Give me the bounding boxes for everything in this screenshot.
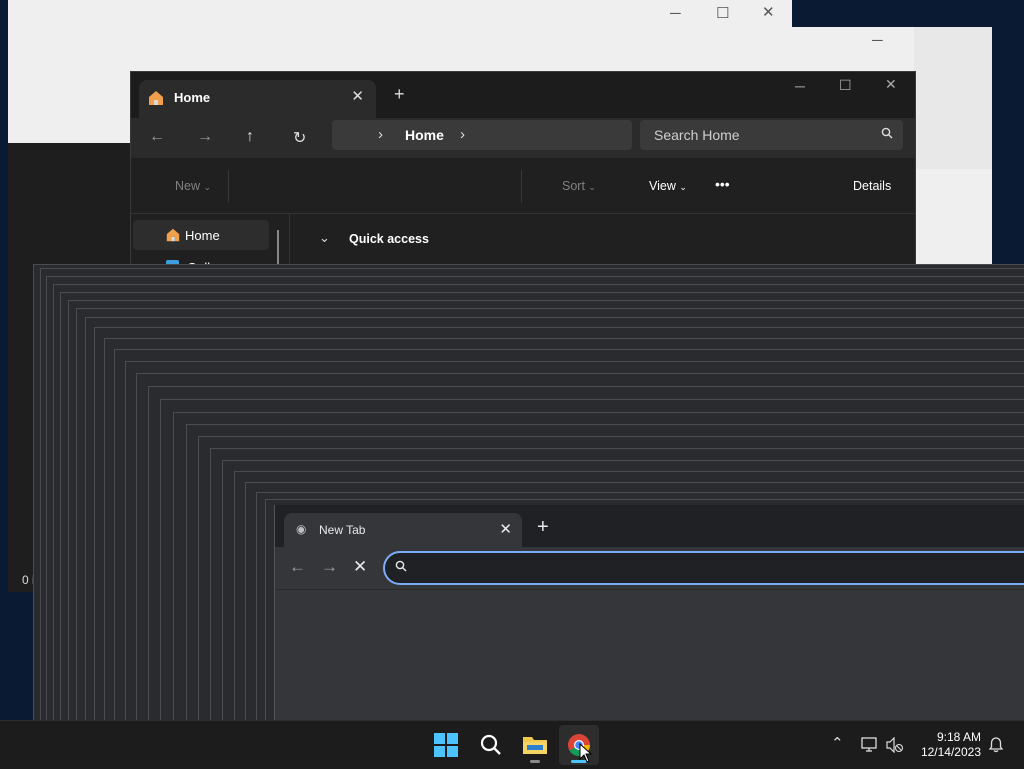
file-explorer-window: Home ✕ + ─ ☐ ✕ ← → ↑ ↻ › Home › Search H… — [130, 71, 916, 273]
search-button[interactable] — [471, 725, 511, 765]
divider — [521, 170, 522, 202]
search-icon — [480, 734, 501, 755]
tab-title: New Tab — [319, 523, 366, 537]
close-tab-icon[interactable]: ✕ — [499, 520, 512, 538]
close-icon[interactable]: ✕ — [762, 3, 775, 21]
chevron-down-icon[interactable]: ⌄ — [319, 230, 330, 246]
folder-icon — [523, 737, 547, 754]
clock-date: 12/14/2023 — [920, 745, 981, 759]
search-input[interactable]: Search Home — [640, 120, 903, 150]
volume-muted-icon[interactable] — [886, 737, 904, 753]
search-icon — [881, 127, 893, 139]
mouse-cursor-icon — [579, 743, 593, 763]
minimize-icon[interactable]: ─ — [670, 5, 681, 22]
maximize-icon[interactable]: ☐ — [716, 4, 729, 22]
explorer-command-bar: New ⌄ Sort ⌄ View ⌄ ••• Details — [131, 158, 915, 214]
new-label: New — [175, 179, 201, 193]
minimize-icon[interactable]: ─ — [872, 32, 883, 49]
sort-label: Sort — [562, 179, 585, 193]
explorer-tab-home[interactable]: Home ✕ — [139, 80, 376, 118]
details-button[interactable]: Details — [853, 179, 891, 193]
taskbar: ⌃ 9:18 AM 12/14/2023 — [0, 720, 1024, 769]
view-label: View — [649, 179, 676, 193]
view-button[interactable]: View ⌄ — [649, 179, 687, 193]
back-icon[interactable]: ← — [149, 128, 165, 146]
maximize-icon[interactable]: ☐ — [839, 77, 852, 94]
chevron-up-icon[interactable]: ⌃ — [831, 734, 844, 752]
start-button[interactable] — [426, 725, 466, 765]
more-options-button[interactable]: ••• — [715, 176, 730, 192]
network-icon[interactable] — [861, 737, 879, 753]
notification-bell-icon[interactable] — [988, 737, 1004, 753]
new-tab-icon[interactable]: + — [537, 516, 549, 539]
clock-time: 9:18 AM — [936, 730, 981, 744]
stop-loading-icon[interactable]: ✕ — [353, 557, 367, 577]
refresh-icon[interactable]: ↻ — [293, 128, 306, 148]
back-icon[interactable]: ← — [289, 557, 306, 577]
divider — [228, 170, 229, 202]
close-tab-icon[interactable]: ✕ — [351, 87, 364, 105]
home-icon — [166, 228, 180, 242]
chevron-right-icon: › — [378, 126, 383, 143]
search-icon — [395, 560, 407, 572]
chrome-tab-new-tab[interactable]: ◉ New Tab ✕ — [284, 513, 522, 547]
windows-logo-icon — [434, 733, 458, 757]
up-icon[interactable]: ↑ — [246, 128, 254, 146]
address-bar[interactable] — [383, 551, 1024, 585]
chevron-down-icon: ⌄ — [588, 182, 596, 192]
running-indicator — [530, 760, 540, 763]
minimize-icon[interactable]: ─ — [795, 78, 805, 94]
quick-access-header[interactable]: Quick access — [349, 232, 429, 246]
tab-title: Home — [174, 90, 211, 105]
breadcrumb-home[interactable]: Home — [405, 127, 444, 143]
sidebar-item-label: Home — [185, 228, 220, 243]
chrome-window: ◉ New Tab ✕ + ← → ✕ — [274, 505, 1024, 720]
chrome-favicon-icon: ◉ — [296, 522, 307, 536]
search-placeholder: Search Home — [654, 127, 740, 143]
forward-icon[interactable]: → — [197, 128, 213, 146]
forward-icon[interactable]: → — [321, 557, 338, 577]
chrome-tabstrip: ◉ New Tab ✕ + — [275, 505, 1024, 547]
chevron-down-icon: ⌄ — [679, 182, 687, 192]
sort-button[interactable]: Sort ⌄ — [562, 179, 596, 193]
explorer-navbar: ← → ↑ ↻ › Home › Search Home — [131, 118, 915, 158]
sidebar-item-home[interactable]: Home — [133, 220, 269, 250]
file-explorer-taskbar-button[interactable] — [515, 725, 555, 765]
close-icon[interactable]: ✕ — [885, 76, 897, 93]
chevron-down-icon: ⌄ — [203, 182, 212, 192]
window-shadow-panel — [914, 27, 992, 169]
chrome-toolbar: ← → ✕ — [275, 547, 1024, 590]
address-input[interactable] — [417, 557, 1021, 579]
explorer-titlebar: Home ✕ + ─ ☐ ✕ — [131, 72, 915, 118]
clock[interactable]: 9:18 AM 12/14/2023 — [921, 730, 981, 760]
home-icon — [149, 91, 163, 105]
address-bar[interactable]: › Home › — [332, 120, 632, 150]
new-tab-icon[interactable]: + — [394, 84, 405, 105]
chevron-right-icon[interactable]: › — [460, 126, 465, 143]
new-button[interactable]: New ⌄ — [175, 179, 211, 193]
